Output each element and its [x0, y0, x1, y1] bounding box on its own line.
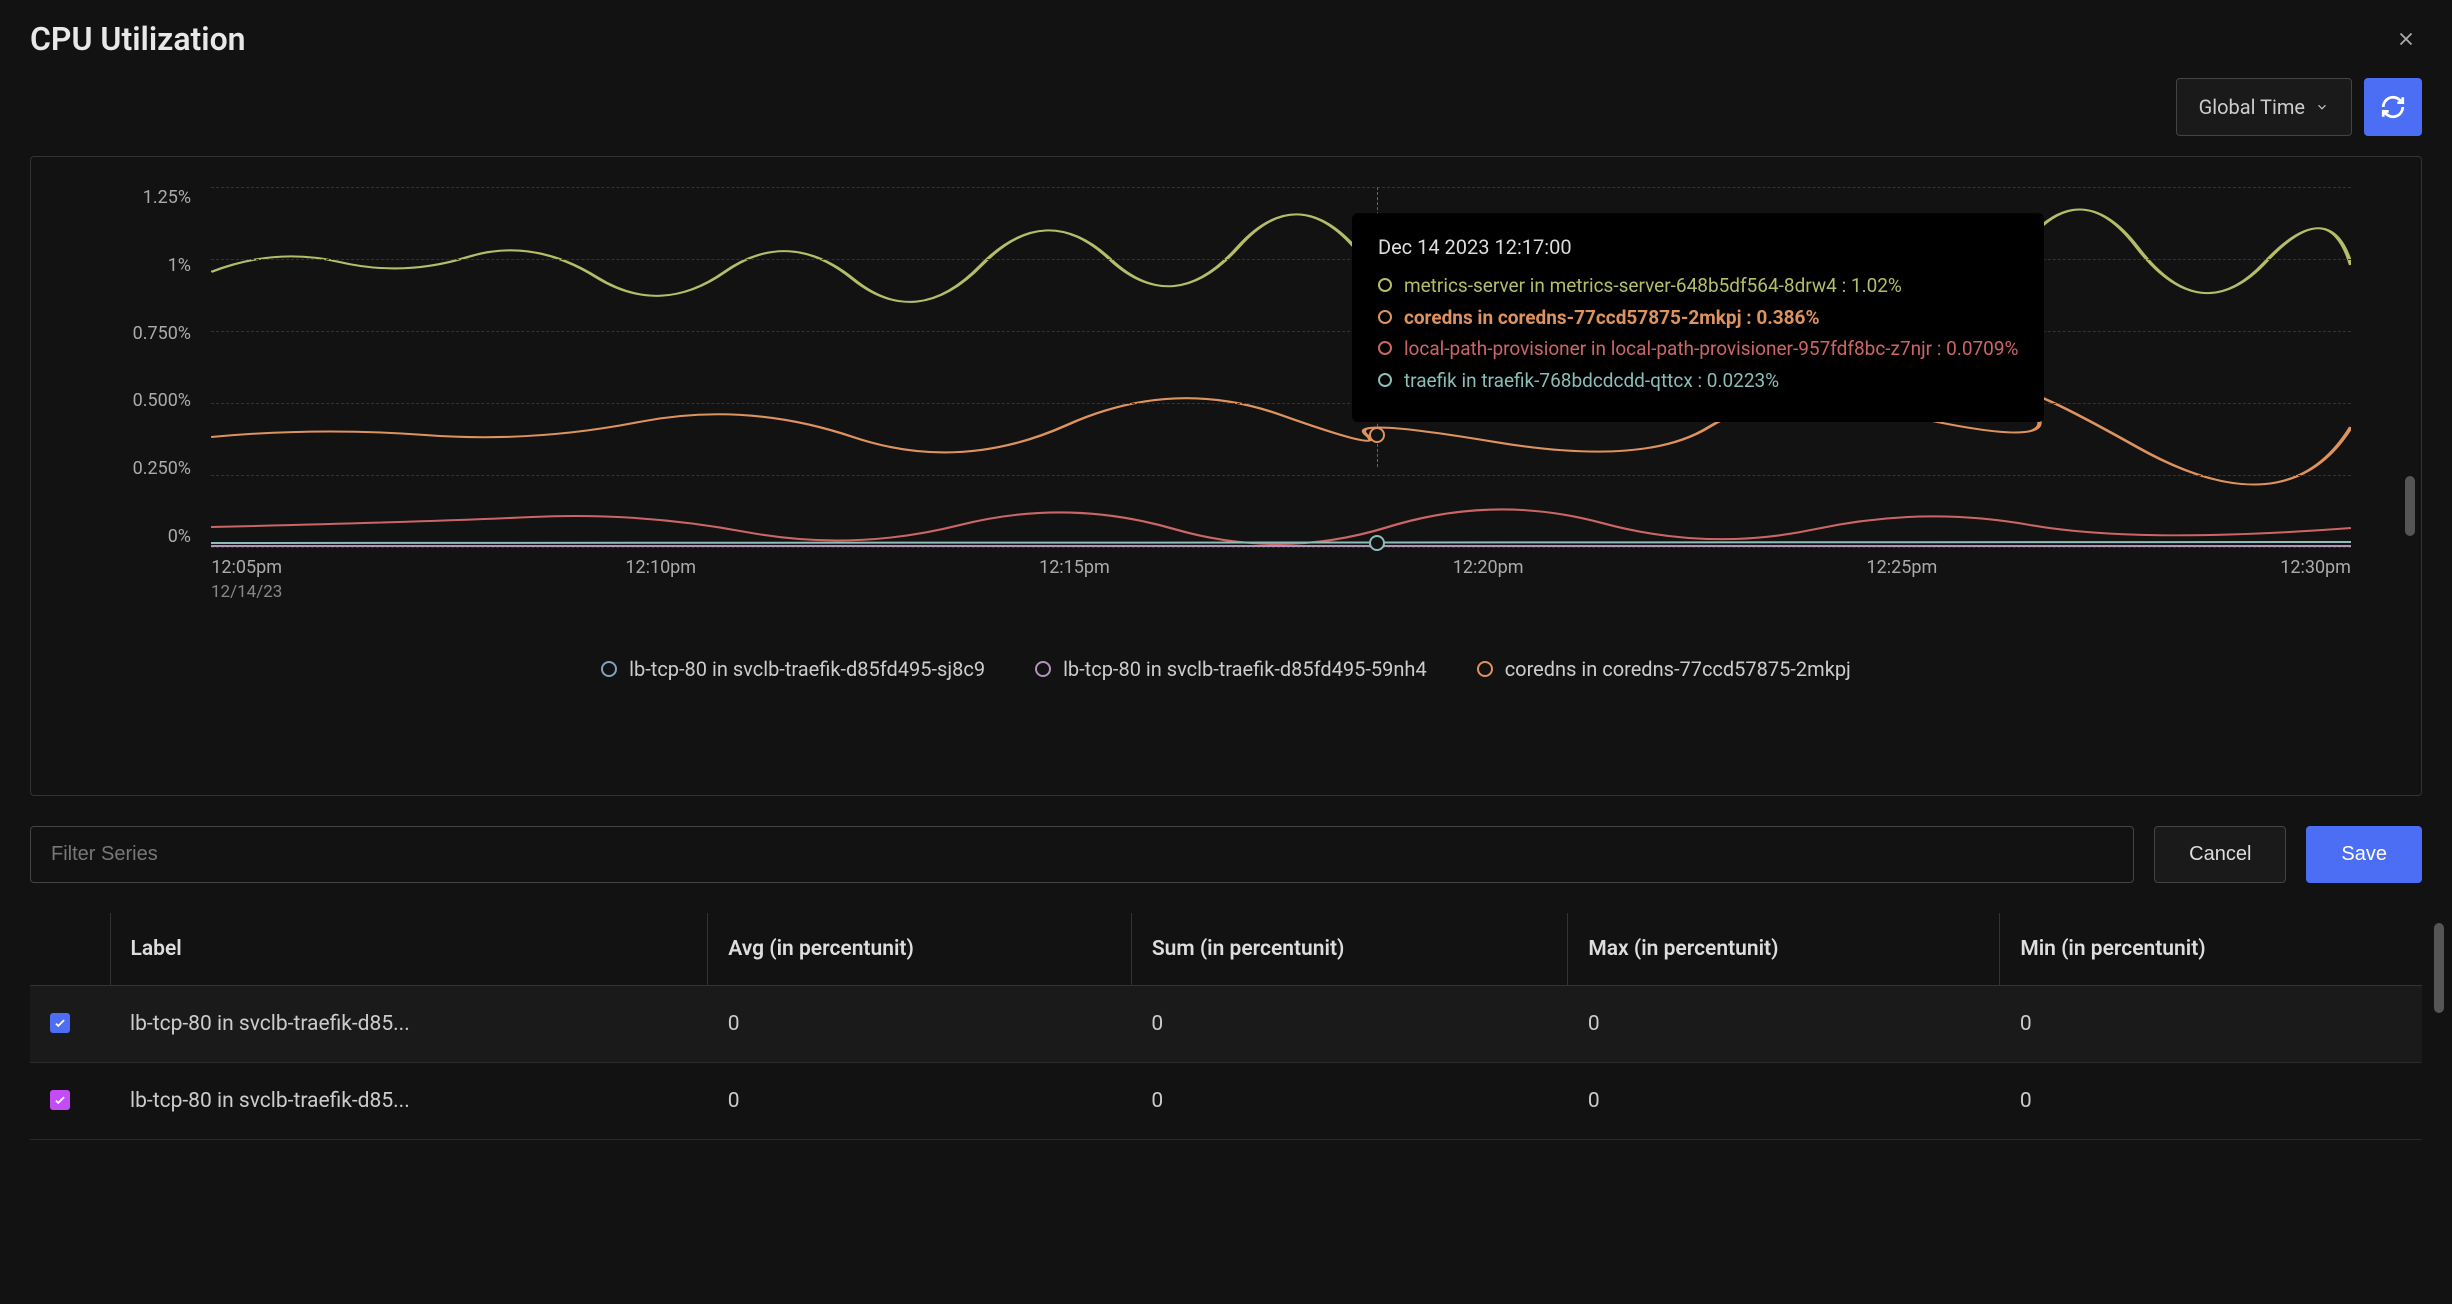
y-axis: 1.25% 1% 0.750% 0.500% 0.250% 0%: [81, 187, 201, 547]
series-checkbox[interactable]: [50, 1013, 70, 1033]
col-label[interactable]: Label: [110, 913, 708, 986]
circle-icon: [1378, 373, 1392, 387]
col-min[interactable]: Min (in percentunit): [2000, 913, 2422, 986]
cell-label: lb-tcp-80 in svclb-traefik-d85...: [110, 986, 708, 1063]
refresh-button[interactable]: [2364, 78, 2422, 136]
x-tick: 12:10pm: [625, 557, 696, 627]
circle-icon: [1378, 310, 1392, 324]
cell-min: 0: [2000, 1063, 2422, 1140]
circle-icon: [1378, 341, 1392, 355]
legend-label: coredns in coredns-77ccd57875-2mkpj: [1505, 657, 1851, 681]
cell-min: 0: [2000, 986, 2422, 1063]
circle-icon: [1035, 661, 1051, 677]
x-tick: 12:15pm: [1039, 557, 1110, 627]
series-checkbox[interactable]: [50, 1090, 70, 1110]
x-tick: 12:25pm: [1867, 557, 1938, 627]
circle-icon: [1378, 278, 1392, 292]
legend-label: lb-tcp-80 in svclb-traefik-d85fd495-59nh…: [1063, 657, 1427, 681]
table-row: lb-tcp-80 in svclb-traefik-d85... 0 0 0 …: [30, 1063, 2422, 1140]
y-tick: 1.25%: [81, 187, 201, 208]
close-icon: [2395, 28, 2417, 50]
cell-avg: 0: [708, 986, 1132, 1063]
legend-scrollbar[interactable]: [2405, 476, 2415, 536]
legend-label: lb-tcp-80 in svclb-traefik-d85fd495-sj8c…: [629, 657, 985, 681]
tooltip-series: traefik in traefik-768bdcdcdd-qttcx : 0.…: [1404, 368, 1779, 394]
chart-legend: lb-tcp-80 in svclb-traefik-d85fd495-sj8c…: [81, 657, 2371, 681]
close-button[interactable]: [2390, 23, 2422, 55]
legend-item[interactable]: coredns in coredns-77ccd57875-2mkpj: [1477, 657, 1851, 681]
tooltip-timestamp: Dec 14 2023 12:17:00: [1378, 235, 2019, 259]
y-tick: 0.250%: [81, 458, 201, 479]
refresh-icon: [2380, 94, 2406, 120]
cell-label: lb-tcp-80 in svclb-traefik-d85...: [110, 1063, 708, 1140]
x-axis: 12:05pm 12/14/23 12:10pm 12:15pm 12:20pm…: [211, 557, 2351, 627]
table-row: lb-tcp-80 in svclb-traefik-d85... 0 0 0 …: [30, 986, 2422, 1063]
y-tick: 0%: [81, 526, 201, 547]
col-max[interactable]: Max (in percentunit): [1568, 913, 2000, 986]
tooltip-series: local-path-provisioner in local-path-pro…: [1404, 336, 2019, 362]
legend-item[interactable]: lb-tcp-80 in svclb-traefik-d85fd495-sj8c…: [601, 657, 985, 681]
cell-avg: 0: [708, 1063, 1132, 1140]
cell-sum: 0: [1131, 1063, 1568, 1140]
cell-max: 0: [1568, 1063, 2000, 1140]
circle-icon: [1477, 661, 1493, 677]
col-avg[interactable]: Avg (in percentunit): [708, 913, 1132, 986]
chart-area[interactable]: 1.25% 1% 0.750% 0.500% 0.250% 0%: [81, 187, 2371, 627]
chart-tooltip: Dec 14 2023 12:17:00 metrics-server in m…: [1352, 213, 2045, 422]
cancel-button[interactable]: Cancel: [2154, 826, 2286, 883]
hover-marker: [1369, 535, 1385, 551]
time-range-label: Global Time: [2199, 95, 2305, 119]
save-button[interactable]: Save: [2306, 826, 2422, 883]
y-tick: 0.500%: [81, 390, 201, 411]
x-tick: 12:05pm 12/14/23: [211, 557, 282, 627]
chart-panel: 1.25% 1% 0.750% 0.500% 0.250% 0%: [30, 156, 2422, 796]
time-range-dropdown[interactable]: Global Time: [2176, 78, 2352, 136]
cell-sum: 0: [1131, 986, 1568, 1063]
legend-item[interactable]: lb-tcp-80 in svclb-traefik-d85fd495-59nh…: [1035, 657, 1427, 681]
tooltip-series: coredns in coredns-77ccd57875-2mkpj : 0.…: [1404, 305, 1820, 331]
tooltip-series: metrics-server in metrics-server-648b5df…: [1404, 273, 1902, 299]
x-tick: 12:30pm: [2280, 557, 2351, 627]
chevron-down-icon: [2315, 100, 2329, 114]
col-sum[interactable]: Sum (in percentunit): [1131, 913, 1568, 986]
filter-series-input[interactable]: [30, 826, 2134, 883]
y-tick: 1%: [81, 255, 201, 276]
cell-max: 0: [1568, 986, 2000, 1063]
series-table: Label Avg (in percentunit) Sum (in perce…: [30, 913, 2422, 1140]
table-scrollbar[interactable]: [2434, 923, 2444, 1013]
page-title: CPU Utilization: [30, 20, 246, 58]
circle-icon: [601, 661, 617, 677]
x-tick: 12:20pm: [1453, 557, 1524, 627]
y-tick: 0.750%: [81, 323, 201, 344]
hover-marker: [1369, 427, 1385, 443]
